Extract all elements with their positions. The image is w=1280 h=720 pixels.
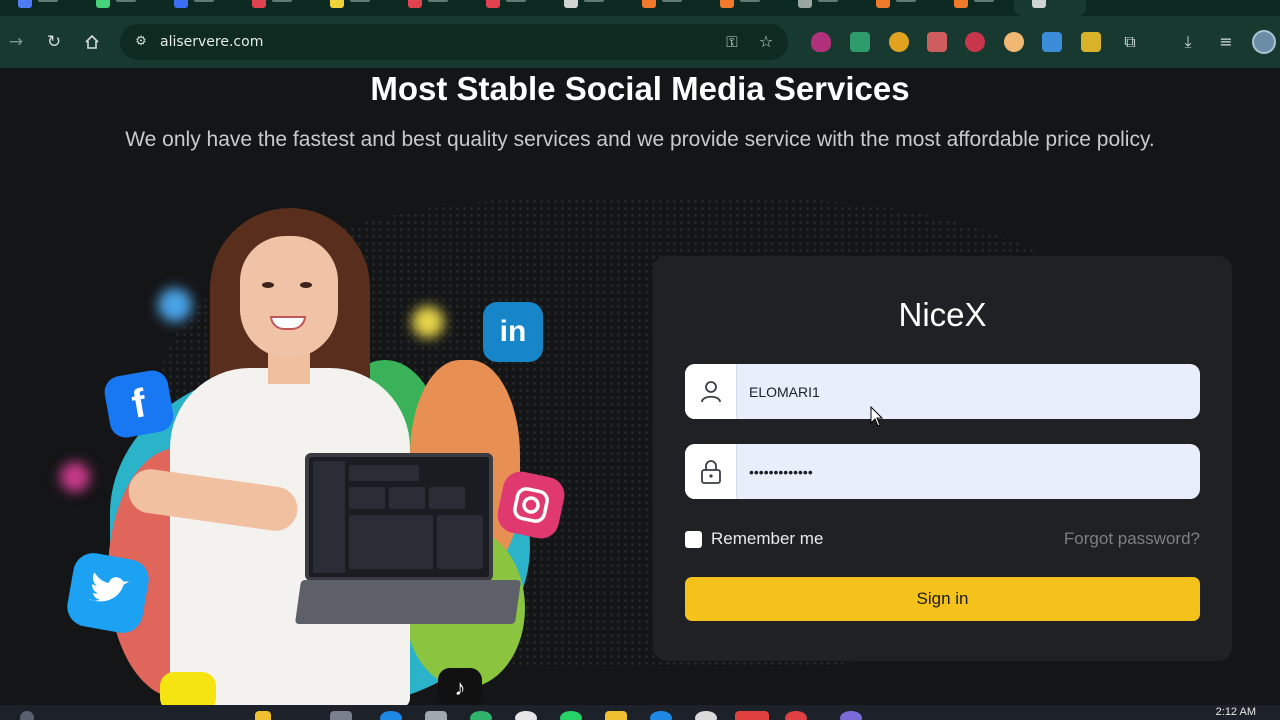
linkedin-icon: in	[483, 302, 543, 362]
extension-icon[interactable]	[927, 32, 947, 52]
tab-favicon-icon	[174, 0, 188, 8]
username-input[interactable]	[737, 364, 1200, 419]
extension-icon[interactable]	[965, 32, 985, 52]
taskbar-app-icon[interactable]	[255, 711, 271, 720]
reload-icon[interactable]: ↻	[42, 30, 66, 54]
page-subheadline: We only have the fastest and best qualit…	[125, 128, 1155, 151]
tab-favicon-icon	[798, 0, 812, 8]
reading-list-icon[interactable]: ≡	[1214, 30, 1238, 54]
mouse-cursor-icon	[870, 406, 884, 427]
tab-favicon-icon	[642, 0, 656, 8]
taskbar-app-icon[interactable]	[560, 711, 582, 720]
browser-tab[interactable]	[468, 0, 532, 16]
forward-icon[interactable]: →	[4, 30, 28, 54]
tab-favicon-icon	[564, 0, 578, 8]
tab-favicon-icon	[1032, 0, 1046, 8]
signin-button[interactable]: Sign in	[685, 577, 1200, 621]
browser-tab[interactable]	[546, 0, 610, 16]
brand-title: NiceX	[898, 296, 987, 333]
browser-toolbar: → ↻ ⚙ aliservere.com ⚿ ☆ ⧉ ⤓ ≡	[0, 16, 1280, 68]
browser-tab-active[interactable]	[1014, 0, 1086, 16]
taskbar-app-icon[interactable]	[605, 711, 627, 720]
site-info-icon[interactable]: ⚙	[132, 33, 150, 51]
tab-favicon-icon	[408, 0, 422, 8]
taskbar-app-icon[interactable]	[425, 711, 447, 720]
taskbar-app-icon[interactable]	[515, 711, 537, 720]
tab-favicon-icon	[96, 0, 110, 8]
taskbar-app-icon[interactable]	[735, 711, 769, 720]
password-field	[685, 444, 1200, 499]
password-key-icon[interactable]: ⚿	[722, 32, 742, 52]
tab-favicon-icon	[876, 0, 890, 8]
bookmark-star-icon[interactable]: ☆	[756, 32, 776, 52]
browser-tab[interactable]	[390, 0, 454, 16]
instagram-icon	[494, 468, 568, 542]
search-icon[interactable]	[20, 711, 34, 720]
page-headline: Most Stable Social Media Services	[370, 70, 910, 107]
taskbar-app-icon[interactable]	[785, 711, 807, 720]
tab-favicon-icon	[330, 0, 344, 8]
tab-favicon-icon	[954, 0, 968, 8]
taskbar-app-icon[interactable]	[695, 711, 717, 720]
password-input[interactable]	[737, 444, 1200, 499]
extension-icon[interactable]	[1004, 32, 1024, 52]
browser-tab[interactable]	[936, 0, 1000, 16]
browser-tab[interactable]	[234, 0, 298, 16]
tab-favicon-icon	[252, 0, 266, 8]
extension-icon[interactable]	[1042, 32, 1062, 52]
browser-tab[interactable]	[858, 0, 922, 16]
lock-icon	[685, 444, 737, 499]
browser-tab[interactable]	[702, 0, 766, 16]
ublock-extension-icon[interactable]	[811, 32, 831, 52]
browser-tab[interactable]	[156, 0, 220, 16]
forgot-password-link[interactable]: Forgot password?	[1064, 529, 1200, 549]
home-icon[interactable]	[80, 30, 104, 54]
browser-tab[interactable]	[780, 0, 844, 16]
address-url[interactable]: aliservere.com	[160, 33, 263, 51]
browser-tab[interactable]	[624, 0, 688, 16]
extension-icon[interactable]	[889, 32, 909, 52]
login-card: NiceX Remember me Forgot password? Sign …	[653, 256, 1232, 661]
username-field	[685, 364, 1200, 419]
snapchat-icon	[160, 672, 216, 705]
taskbar-app-icon[interactable]	[840, 711, 862, 720]
extension-icon[interactable]	[850, 32, 870, 52]
browser-tab[interactable]	[78, 0, 142, 16]
address-bar[interactable]: ⚙ aliservere.com ⚿ ☆	[120, 24, 788, 60]
extensions-puzzle-icon[interactable]: ⧉	[1118, 30, 1142, 54]
taskbar-app-icon[interactable]	[470, 711, 492, 720]
tab-favicon-icon	[486, 0, 500, 8]
profile-avatar[interactable]	[1252, 30, 1276, 54]
download-icon[interactable]: ⤓	[1176, 30, 1200, 54]
extension-icon[interactable]	[1081, 32, 1101, 52]
remember-checkbox[interactable]	[685, 531, 702, 548]
facebook-icon: f	[102, 367, 176, 441]
tab-favicon-icon	[720, 0, 734, 8]
taskbar-app-icon[interactable]	[650, 711, 672, 720]
browser-tab[interactable]	[0, 0, 64, 16]
taskbar-clock[interactable]: 2:12 AM	[1216, 706, 1256, 718]
tab-strip	[0, 0, 1280, 16]
task-view-icon[interactable]	[330, 711, 352, 720]
browser-tab[interactable]	[312, 0, 376, 16]
laptop-dashboard-image	[305, 453, 493, 581]
remember-label[interactable]: Remember me	[711, 529, 823, 549]
os-taskbar: 2:12 AM	[0, 705, 1280, 720]
tiktok-icon: ♪	[438, 668, 482, 705]
page-content: Most Stable Social Media Services We onl…	[0, 68, 1280, 705]
twitter-icon	[64, 549, 152, 637]
taskbar-app-icon[interactable]	[380, 711, 402, 720]
tab-favicon-icon	[18, 0, 32, 8]
user-icon	[685, 364, 737, 419]
